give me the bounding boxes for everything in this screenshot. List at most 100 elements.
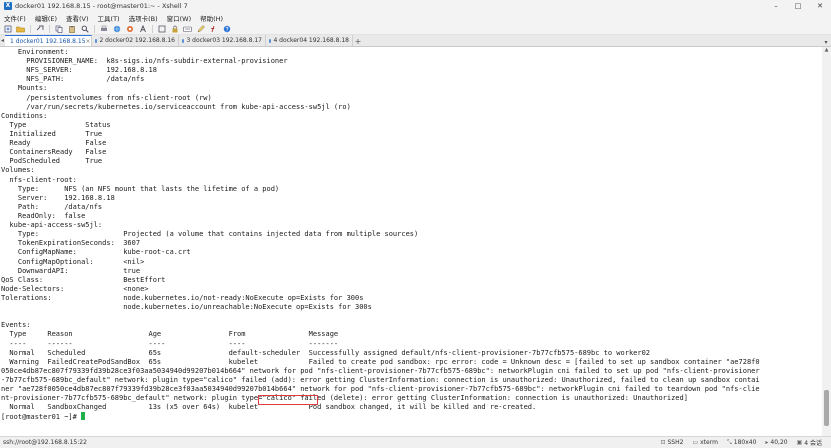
new-session-icon[interactable]	[3, 24, 12, 33]
title-bar: X docker01 192.168.8.15 - root@master01:…	[0, 0, 831, 12]
terminal-line: Type Reason Age From Message	[1, 330, 339, 339]
terminal-line: Environment:	[1, 48, 69, 56]
terminal-line: nt-provisioner-7b77cfb575-689bc_default"…	[1, 394, 688, 403]
resize-icon: ⤡	[726, 438, 732, 446]
terminal-line: Server: 192.168.8.18	[1, 193, 115, 202]
paste-icon[interactable]	[67, 24, 76, 33]
tab-docker04[interactable]: 4 docker04 192.168.8.18	[266, 35, 353, 46]
lock-icon: ⊡	[660, 439, 666, 446]
font-icon[interactable]	[138, 24, 147, 33]
toolbar	[0, 23, 831, 35]
menu-help[interactable]: 帮助(H)	[200, 13, 223, 23]
terminal-line: ConfigMapOptional: <nil>	[1, 257, 145, 266]
fx-icon[interactable]	[209, 24, 218, 33]
terminal-line: nfs-client-root:	[1, 175, 77, 184]
compose-icon[interactable]	[196, 24, 205, 33]
terminal-line: Type Status	[1, 120, 111, 129]
tab-label: 2 docker02 192.168.8.16	[99, 37, 175, 44]
terminal-line: QoS Class: BestEffort	[1, 275, 166, 284]
globe-icon[interactable]	[112, 24, 121, 33]
terminal-scrollbar[interactable]: ▲	[822, 47, 831, 436]
session-status-icon	[269, 38, 272, 43]
status-terminal-label: xterm	[700, 439, 718, 446]
toolbar-separator	[30, 24, 31, 33]
color-scheme-icon[interactable]	[125, 24, 134, 33]
status-size: ⤡ 180x40	[727, 439, 756, 447]
terminal-line: /var/run/secrets/kubernetes.io/serviceac…	[1, 102, 351, 111]
copy-icon[interactable]	[54, 24, 63, 33]
session-status-icon	[95, 38, 98, 43]
terminal-line: NFS_PATH: /data/nfs	[1, 75, 145, 84]
xshell-app-icon: X	[4, 2, 12, 10]
status-sessions[interactable]: ▣ 4 会话	[797, 438, 822, 447]
terminal-line: PROVISIONER_NAME: k8s-sigs.io/nfs-subdir…	[1, 57, 288, 66]
tab-label: 1 docker01 192.168.8.15	[10, 37, 86, 45]
terminal-line: Conditions:	[1, 111, 48, 120]
tab-label: 4 docker04 192.168.8.18	[273, 37, 349, 44]
status-sessions-label: 4 会话	[804, 440, 822, 447]
status-position: ▸ 40,20	[765, 439, 787, 446]
terminal-line: ConfigMapName: kube-root-ca.crt	[1, 248, 191, 257]
status-protocol-label: SSH2	[667, 439, 684, 446]
shell-prompt: [root@master01 ~]#	[1, 413, 82, 422]
window-title: docker01 192.168.8.15 - root@master01:~ …	[15, 2, 188, 10]
terminal-prompt-line[interactable]: [root@master01 ~]#	[1, 412, 819, 421]
minimize-button[interactable]: –	[765, 0, 787, 12]
maximize-button[interactable]: □	[787, 0, 809, 12]
tab-list-menu-icon[interactable]: ▾	[821, 39, 831, 46]
status-bar: ssh://root@192.168.8.15:22 ⊡ SSH2 ▭ xter…	[0, 436, 831, 448]
terminal-line: ner "ae728f0050ce4db87ec807f79339fd39b28…	[1, 385, 760, 394]
tab-docker01[interactable]: 1 docker01 192.168.8.15 ×	[5, 35, 92, 46]
print-icon[interactable]	[99, 24, 108, 33]
keyboard-icon[interactable]	[183, 24, 192, 33]
terminal-lines: Environment: PROVISIONER_NAME: k8s-sigs.…	[1, 48, 819, 421]
tab-docker02[interactable]: 2 docker02 192.168.8.16	[92, 35, 179, 46]
menu-bar: 文件(F) 编辑(E) 查看(V) 工具(T) 选项卡(B) 窗口(W) 帮助(…	[0, 12, 831, 23]
close-button[interactable]: ✕	[809, 0, 831, 12]
status-protocol: ⊡ SSH2	[660, 439, 683, 446]
terminal-line: Ready False	[1, 139, 107, 148]
lock-icon[interactable]	[170, 24, 179, 33]
annotation-highlight-box	[258, 395, 318, 405]
link-icon[interactable]	[35, 24, 44, 33]
search-icon[interactable]	[80, 24, 89, 33]
menu-file[interactable]: 文件(F)	[4, 13, 26, 23]
terminal-line: Tolerations: node.kubernetes.io/not-read…	[1, 293, 364, 302]
tab-close-icon[interactable]: ×	[86, 38, 91, 45]
terminal-line: ---- ------ ---- ---- -------	[1, 339, 339, 348]
menu-edit[interactable]: 编辑(E)	[35, 13, 57, 23]
terminal-line: node.kubernetes.io/unreachable:NoExecute…	[1, 303, 372, 312]
tab-label: 3 docker03 192.168.8.17	[186, 37, 262, 44]
terminal-line: /persistentvolumes from nfs-client-root …	[1, 93, 212, 102]
terminal-line: DownwardAPI: true	[1, 266, 141, 275]
status-size-label: 180x40	[733, 439, 757, 446]
scroll-up-icon[interactable]: ▲	[822, 47, 831, 54]
terminal-line: TokenExpirationSeconds: 3607	[1, 239, 141, 248]
terminal-line: NFS_SERVER: 192.168.8.18	[1, 66, 157, 75]
terminal-cursor	[81, 412, 86, 421]
terminal-line: Path: /data/nfs	[1, 202, 103, 211]
terminal-output[interactable]: Environment: PROVISIONER_NAME: k8s-sigs.…	[0, 47, 831, 436]
fullscreen-icon[interactable]	[157, 24, 166, 33]
toolbar-separator	[49, 24, 50, 33]
scrollbar-thumb[interactable]	[824, 390, 829, 426]
terminal-line: kube-api-access-sw5jl:	[1, 221, 103, 230]
sessions-icon: ▣	[796, 439, 803, 446]
new-tab-icon[interactable]: +	[353, 37, 363, 46]
terminal-line: Node-Selectors: <none>	[1, 284, 149, 293]
menu-tools[interactable]: 工具(T)	[98, 13, 120, 23]
terminal-line: ContainersReady False	[1, 148, 107, 157]
help-icon[interactable]	[222, 24, 231, 33]
menu-tabs[interactable]: 选项卡(B)	[129, 13, 158, 23]
terminal-line: Events:	[1, 321, 31, 330]
terminal-line: Initialized True	[1, 129, 103, 138]
terminal-line: ReadOnly: false	[1, 211, 86, 220]
status-connection: ssh://root@192.168.8.15:22	[3, 439, 87, 446]
terminal-line: PodScheduled True	[1, 157, 103, 166]
menu-view[interactable]: 查看(V)	[66, 13, 89, 23]
terminal-line: -7b77cfb575-689bc_default" network: plug…	[1, 375, 760, 384]
menu-window[interactable]: 窗口(W)	[167, 13, 192, 23]
tab-docker03[interactable]: 3 docker03 192.168.8.17	[179, 35, 266, 46]
open-folder-icon[interactable]	[16, 24, 25, 33]
